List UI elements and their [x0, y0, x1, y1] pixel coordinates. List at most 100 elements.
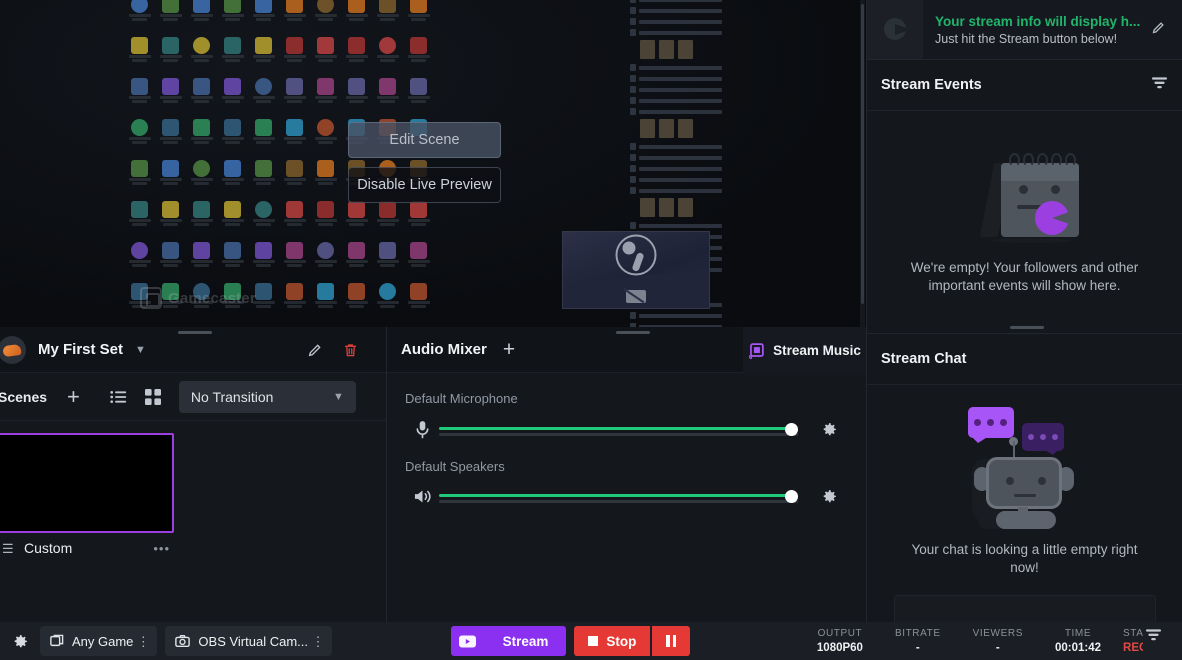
stat-time: TIME 00:01:42 — [1039, 628, 1117, 654]
desktop-icon — [250, 0, 277, 33]
grid-view-icon[interactable] — [144, 388, 161, 405]
desktop-icon — [374, 35, 401, 74]
desktop-icon — [312, 117, 339, 156]
filter-icon[interactable] — [1143, 628, 1174, 647]
pencil-icon[interactable] — [307, 342, 323, 358]
speaker-icon[interactable] — [405, 488, 439, 505]
stream-chat-header: Stream Chat — [867, 326, 1182, 385]
pause-button[interactable] — [652, 626, 691, 656]
more-dots-icon[interactable]: ••• — [153, 541, 170, 556]
desktop-icon — [188, 117, 215, 156]
stream-info-subtitle: Just hit the Stream button below! — [935, 31, 1118, 46]
desktop-icon — [374, 281, 401, 320]
trash-icon[interactable] — [343, 342, 358, 358]
desktop-icon — [219, 0, 246, 33]
desktop-icon — [219, 76, 246, 115]
capture-list-row — [630, 86, 722, 93]
stat-key: TIME — [1064, 628, 1092, 639]
capture-list-row — [630, 222, 722, 229]
desktop-icon — [250, 117, 277, 156]
disable-live-preview-button[interactable]: Disable Live Preview — [348, 167, 501, 203]
gamecaster-window: Gamecaster Edit Scene Disable Live Previ… — [0, 0, 1182, 660]
youtube-platform-button[interactable] — [450, 626, 485, 656]
capture-list-row — [630, 18, 722, 25]
desktop-icon — [374, 199, 401, 238]
desktop-icon — [126, 76, 153, 115]
source-label: Any Game — [72, 633, 134, 649]
source-chip-any-game[interactable]: Any Game ⋮ — [40, 626, 158, 656]
drag-grip-icon[interactable]: ☰ — [2, 542, 16, 555]
microphone-volume-slider[interactable] — [439, 422, 798, 438]
desktop-icon — [374, 240, 401, 279]
source-chip-virtual-cam[interactable]: OBS Virtual Cam... ⋮ — [165, 626, 332, 656]
settings-button[interactable] — [0, 633, 40, 650]
gear-icon[interactable] — [798, 421, 838, 438]
stat-key: OUTPUT — [817, 628, 863, 639]
desktop-icon — [219, 240, 246, 279]
desktop-icon — [250, 158, 277, 197]
panel-drag-handle[interactable] — [178, 331, 212, 334]
desktop-icon — [312, 199, 339, 238]
gear-icon[interactable] — [798, 488, 838, 505]
obs-logo-icon — [615, 234, 657, 276]
slider-knob[interactable] — [785, 489, 798, 503]
stream-chat-empty-message: Your chat is looking a little empty righ… — [911, 542, 1138, 575]
more-vertical-icon[interactable]: ⋮ — [308, 635, 328, 648]
capture-list-row — [630, 154, 722, 161]
desktop-icon — [312, 281, 339, 320]
calendar-mascot-icon — [965, 149, 1085, 245]
gamecaster-watermark: Gamecaster — [140, 287, 256, 309]
desktop-icon — [188, 76, 215, 115]
stream-info-card[interactable]: Your stream info will display h... Just … — [867, 0, 1182, 59]
slider-knob[interactable] — [785, 422, 798, 436]
add-audio-source-button[interactable]: + — [503, 339, 515, 360]
panel-drag-handle[interactable] — [1010, 326, 1044, 329]
stream-button[interactable]: Stream — [484, 626, 567, 656]
youtube-icon — [459, 635, 477, 647]
pencil-icon[interactable] — [1145, 20, 1172, 40]
desktop-icon — [219, 158, 246, 197]
desktop-icon — [126, 35, 153, 74]
desktop-icon — [312, 35, 339, 74]
desktop-icon — [219, 117, 246, 156]
stat-value: - — [995, 642, 1000, 654]
stop-button[interactable]: Stop — [574, 626, 651, 656]
live-preview[interactable]: Gamecaster Edit Scene Disable Live Previ… — [0, 0, 866, 327]
stream-events-empty-state: We're empty! Your followers and other im… — [867, 111, 1182, 333]
scene-meta: ☰ Custom ••• — [0, 533, 174, 563]
window-capture-icon — [50, 634, 64, 648]
preview-scrollbar[interactable] — [860, 0, 865, 327]
desktop-icon — [188, 35, 215, 74]
speakers-volume-slider[interactable] — [439, 489, 798, 505]
scene-name: Custom — [24, 540, 73, 556]
add-scene-button[interactable]: + — [67, 385, 80, 408]
filter-icon[interactable] — [1151, 76, 1168, 95]
scene-thumbnail[interactable] — [0, 433, 174, 533]
gear-icon — [14, 634, 27, 647]
desktop-icon — [343, 240, 370, 279]
mixer-channel-speakers: Default Speakers — [405, 459, 838, 505]
stop-button-label: Stop — [606, 633, 637, 649]
capture-list-row — [630, 165, 722, 172]
desktop-icon — [343, 0, 370, 33]
list-view-icon[interactable] — [110, 390, 127, 404]
desktop-icon — [126, 117, 153, 156]
desktop-icon — [219, 35, 246, 74]
stream-music-button[interactable]: Stream Music — [743, 327, 866, 373]
desktop-icon — [281, 158, 308, 197]
more-vertical-icon[interactable]: ⋮ — [133, 635, 153, 648]
microphone-icon[interactable] — [405, 420, 439, 439]
desktop-icon — [405, 35, 432, 74]
chevron-down-icon[interactable]: ▼ — [135, 344, 146, 356]
transition-select[interactable]: No Transition ▼ — [178, 380, 356, 413]
edit-scene-button[interactable]: Edit Scene — [348, 122, 501, 158]
capture-list-row — [630, 64, 722, 71]
desktop-icon — [281, 35, 308, 74]
panel-drag-handle[interactable] — [616, 331, 650, 334]
desktop-icon — [250, 240, 277, 279]
stat-value: 00:01:42 — [1054, 642, 1102, 654]
desktop-icon — [188, 199, 215, 238]
stat-key: STA — [1123, 628, 1144, 639]
scene-card[interactable]: ☰ Custom ••• — [0, 433, 174, 563]
desktop-icon — [312, 240, 339, 279]
